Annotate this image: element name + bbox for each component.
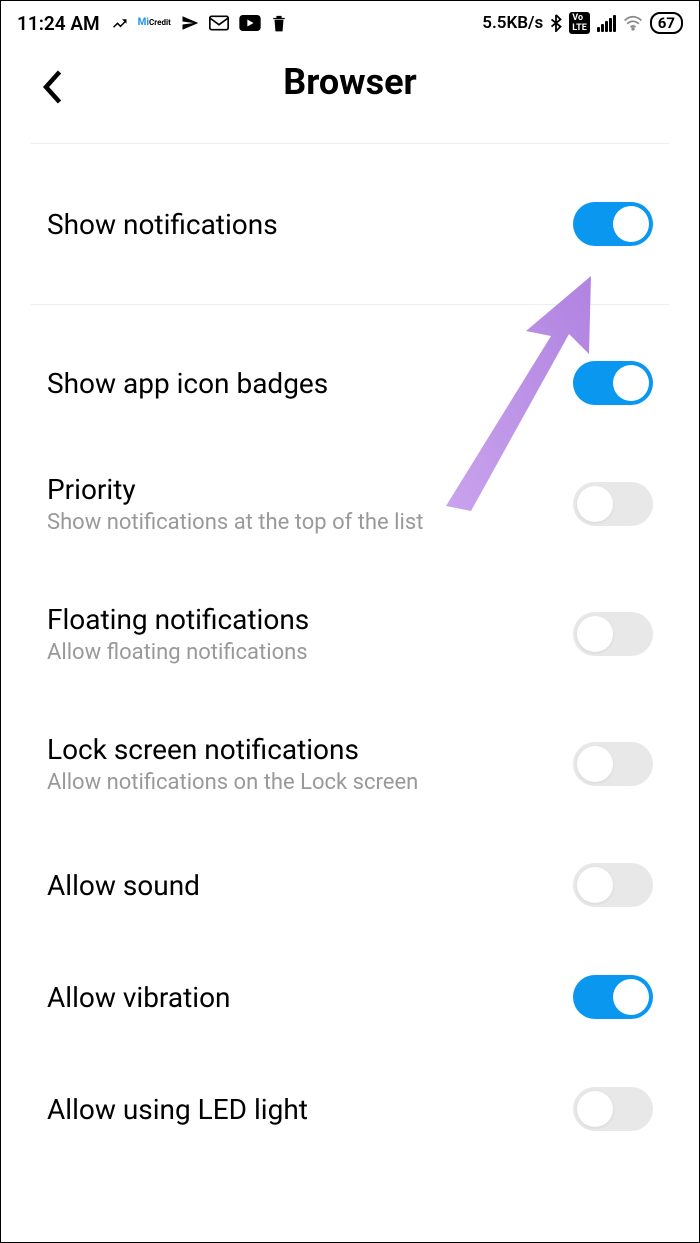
setting-label: Priority <box>47 473 573 506</box>
toggle-show-notifications[interactable] <box>573 202 653 246</box>
volte-icon: VoLTE <box>569 12 590 34</box>
setting-sublabel: Allow floating notifications <box>47 640 573 665</box>
setting-show-notifications[interactable]: Show notifications <box>31 144 669 304</box>
setting-lock-screen[interactable]: Lock screen notifications Allow notifica… <box>31 699 669 829</box>
page-title: Browser <box>31 61 669 103</box>
back-button[interactable] <box>41 69 63 109</box>
page-header: Browser <box>1 41 699 143</box>
setting-text: Allow using LED light <box>47 1093 573 1126</box>
toggle-floating[interactable] <box>573 612 653 656</box>
setting-label: Allow using LED light <box>47 1093 573 1126</box>
trash-icon <box>271 14 287 32</box>
status-time: 11:24 AM <box>17 12 100 35</box>
toggle-priority[interactable] <box>573 482 653 526</box>
setting-priority[interactable]: Priority Show notifications at the top o… <box>31 439 669 569</box>
setting-label: Show notifications <box>47 208 573 241</box>
setting-text: Allow sound <box>47 869 573 902</box>
setting-sublabel: Allow notifications on the Lock screen <box>47 770 573 795</box>
status-right: 5.5KB/s VoLTE 67 <box>482 12 683 34</box>
network-speed: 5.5KB/s <box>482 13 543 33</box>
toggle-allow-led[interactable] <box>573 1087 653 1131</box>
gmail-icon <box>209 15 229 31</box>
setting-text: Lock screen notifications Allow notifica… <box>47 733 573 795</box>
setting-floating[interactable]: Floating notifications Allow floating no… <box>31 569 669 699</box>
setting-label: Allow vibration <box>47 981 573 1014</box>
toggle-allow-vibration[interactable] <box>573 975 653 1019</box>
setting-text: Show app icon badges <box>47 367 573 400</box>
setting-label: Floating notifications <box>47 603 573 636</box>
settings-content: Show notifications Show app icon badges … <box>1 144 699 1165</box>
setting-allow-vibration[interactable]: Allow vibration <box>31 941 669 1053</box>
youtube-icon <box>239 15 261 31</box>
setting-sublabel: Show notifications at the top of the lis… <box>47 510 573 535</box>
status-left: 11:24 AM MiCredit <box>17 12 287 35</box>
wifi-icon <box>623 15 643 31</box>
status-bar: 11:24 AM MiCredit 5.5KB/s VoLTE 67 <box>1 1 699 41</box>
setting-label: Allow sound <box>47 869 573 902</box>
setting-label: Show app icon badges <box>47 367 573 400</box>
setting-label: Lock screen notifications <box>47 733 573 766</box>
setting-allow-led[interactable]: Allow using LED light <box>31 1053 669 1165</box>
telegram-icon <box>181 14 199 32</box>
setting-text: Priority Show notifications at the top o… <box>47 473 573 535</box>
setting-text: Allow vibration <box>47 981 573 1014</box>
setting-text: Floating notifications Allow floating no… <box>47 603 573 665</box>
mi-credit-icon: MiCredit <box>138 18 171 28</box>
setting-text: Show notifications <box>47 208 573 241</box>
battery-indicator: 67 <box>650 12 683 34</box>
missed-call-icon <box>110 14 128 32</box>
toggle-lock-screen[interactable] <box>573 742 653 786</box>
signal-icon <box>597 15 616 32</box>
setting-show-badges[interactable]: Show app icon badges <box>31 305 669 439</box>
bluetooth-icon <box>550 14 562 32</box>
toggle-allow-sound[interactable] <box>573 863 653 907</box>
toggle-show-badges[interactable] <box>573 361 653 405</box>
setting-allow-sound[interactable]: Allow sound <box>31 829 669 941</box>
